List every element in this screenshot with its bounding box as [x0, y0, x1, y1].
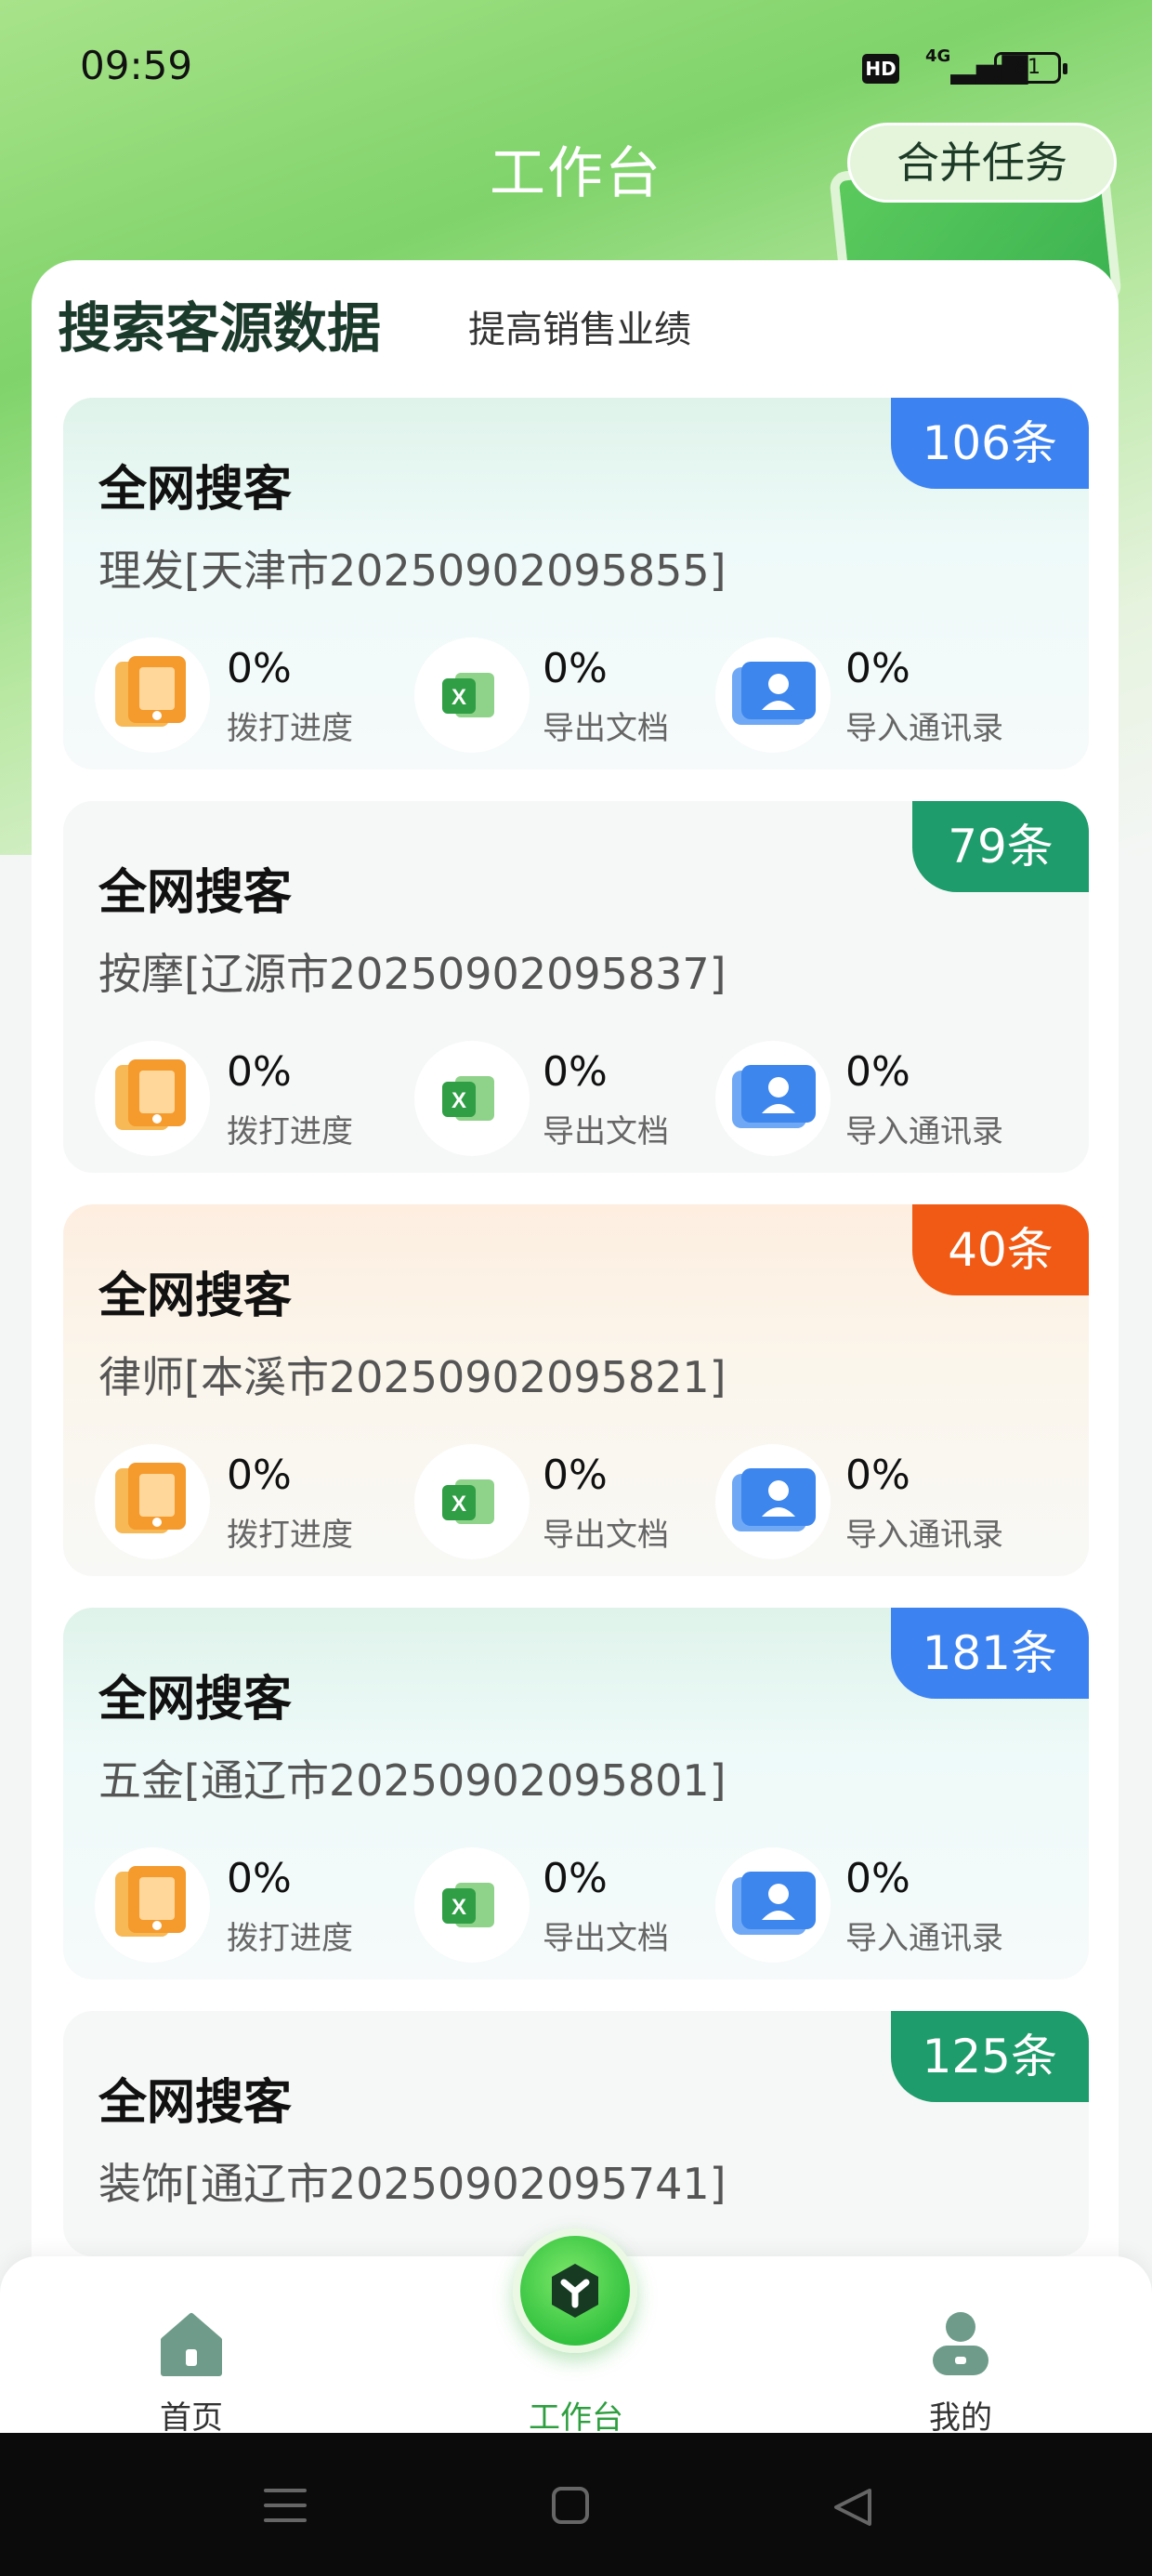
- tab-mine-label: 我的: [929, 2399, 992, 2437]
- count-badge: 125条: [890, 2011, 1089, 2102]
- battery-icon: 81: [994, 52, 1067, 84]
- export-doc-value: 0%: [543, 645, 608, 692]
- tab-home-label: 首页: [160, 2399, 223, 2437]
- svg-text:X: X: [452, 1895, 466, 1920]
- card-title: 全网搜客: [98, 462, 293, 518]
- dial-progress-label: 拨打进度: [227, 1920, 353, 1957]
- task-card[interactable]: 40条 全网搜客 律师[本溪市20250902095821] 0% 拨打进度 X…: [63, 1204, 1089, 1576]
- task-card[interactable]: 125条 全网搜客 装饰[通辽市20250902095741]: [63, 2011, 1089, 2256]
- card-subtitle: 理发[天津市20250902095855]: [98, 545, 727, 596]
- card-title: 全网搜客: [98, 865, 293, 921]
- dial-progress-value: 0%: [227, 1048, 292, 1096]
- tab-mine[interactable]: 我的: [868, 2297, 1054, 2437]
- panel-title: 搜索客源数据: [58, 296, 382, 360]
- svg-text:X: X: [452, 685, 466, 710]
- card-subtitle: 五金[通辽市20250902095801]: [98, 1755, 727, 1806]
- import-contacts-label: 导入通讯录: [845, 1920, 1003, 1957]
- merge-tasks-button[interactable]: 合并任务: [847, 123, 1117, 203]
- svg-text:X: X: [452, 1088, 466, 1113]
- count-badge: 181条: [890, 1608, 1089, 1699]
- export-doc-label: 导出文档: [543, 1920, 669, 1957]
- excel-icon: X: [414, 1041, 530, 1156]
- dial-progress-value: 0%: [227, 645, 292, 692]
- phone-book-icon: [95, 1847, 210, 1963]
- status-bar: 09:59 HD 4G▂▄▆ 81: [0, 0, 1152, 130]
- task-card[interactable]: 106条 全网搜客 理发[天津市20250902095855] 0% 拨打进度 …: [63, 398, 1089, 769]
- export-doc-label: 导出文档: [543, 710, 669, 747]
- home-square-icon[interactable]: [552, 2487, 589, 2524]
- panel-subtitle: 提高销售业绩: [468, 309, 691, 351]
- card-title: 全网搜客: [98, 1672, 293, 1728]
- excel-icon: X: [414, 1444, 530, 1559]
- tab-workbench-label: 工作台: [529, 2399, 623, 2437]
- excel-icon: X: [414, 1847, 530, 1963]
- workbench-icon: [552, 2264, 598, 2318]
- back-icon[interactable]: [834, 2489, 871, 2526]
- contact-card-icon: [715, 1847, 831, 1963]
- import-contacts-value: 0%: [845, 1855, 910, 1902]
- card-subtitle: 律师[本溪市20250902095821]: [98, 1352, 727, 1402]
- count-badge: 40条: [912, 1204, 1089, 1295]
- card-title: 全网搜客: [98, 2075, 293, 2131]
- count-badge: 79条: [912, 801, 1089, 892]
- phone-book-icon: [95, 637, 210, 753]
- task-card[interactable]: 79条 全网搜客 按摩[辽源市20250902095837] 0% 拨打进度 X…: [63, 801, 1089, 1173]
- import-contacts-value: 0%: [845, 645, 910, 692]
- import-contacts-label: 导入通讯录: [845, 1517, 1003, 1554]
- dial-progress-label: 拨打进度: [227, 1113, 353, 1150]
- import-contacts-label: 导入通讯录: [845, 710, 1003, 747]
- excel-icon: X: [414, 637, 530, 753]
- contact-card-icon: [715, 1041, 831, 1156]
- card-title: 全网搜客: [98, 1268, 293, 1324]
- card-subtitle: 按摩[辽源市20250902095837]: [98, 949, 727, 999]
- count-badge: 106条: [890, 398, 1089, 489]
- phone-book-icon: [95, 1041, 210, 1156]
- status-time: 09:59: [80, 43, 193, 88]
- export-doc-label: 导出文档: [543, 1517, 669, 1554]
- hd-icon: HD: [862, 54, 899, 84]
- card-subtitle: 装饰[通辽市20250902095741]: [98, 2159, 727, 2209]
- contact-card-icon: [715, 1444, 831, 1559]
- export-doc-value: 0%: [543, 1048, 608, 1096]
- dial-progress-value: 0%: [227, 1452, 292, 1499]
- tab-home[interactable]: 首页: [98, 2297, 284, 2437]
- import-contacts-label: 导入通讯录: [845, 1113, 1003, 1150]
- dial-progress-label: 拨打进度: [227, 1517, 353, 1554]
- user-icon: [933, 2312, 988, 2375]
- dial-progress-value: 0%: [227, 1855, 292, 1902]
- export-doc-label: 导出文档: [543, 1113, 669, 1150]
- export-doc-value: 0%: [543, 1855, 608, 1902]
- phone-book-icon: [95, 1444, 210, 1559]
- home-icon: [161, 2313, 222, 2376]
- system-nav-bar: [0, 2433, 1152, 2576]
- import-contacts-value: 0%: [845, 1048, 910, 1096]
- dial-progress-label: 拨打进度: [227, 710, 353, 747]
- import-contacts-value: 0%: [845, 1452, 910, 1499]
- workbench-center-button[interactable]: [513, 2228, 637, 2353]
- export-doc-value: 0%: [543, 1452, 608, 1499]
- task-card[interactable]: 181条 全网搜客 五金[通辽市20250902095801] 0% 拨打进度 …: [63, 1608, 1089, 1979]
- svg-text:X: X: [452, 1492, 466, 1517]
- contact-card-icon: [715, 637, 831, 753]
- menu-icon[interactable]: [264, 2489, 307, 2522]
